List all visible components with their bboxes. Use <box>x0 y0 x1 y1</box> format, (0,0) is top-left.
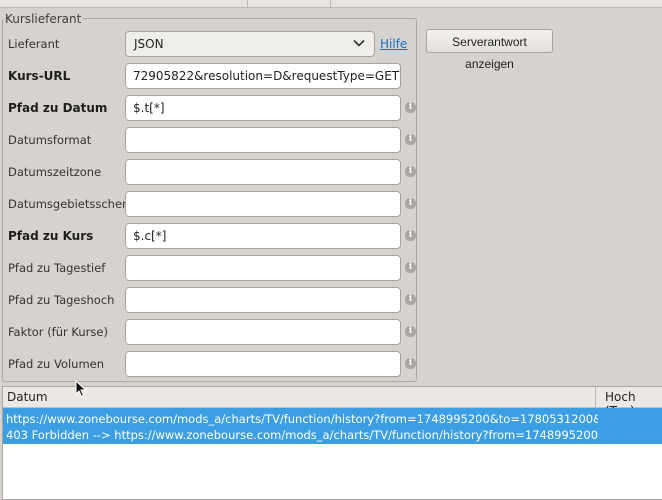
info-icon[interactable]: i <box>405 294 416 305</box>
info-icon[interactable]: i <box>405 262 416 273</box>
table-cell-text: 403 Forbidden --> https://www.zonebourse… <box>6 428 598 442</box>
column-header-date[interactable]: Datum <box>7 390 48 404</box>
show-server-response-button[interactable]: Serverantwort anzeigen <box>426 29 553 71</box>
pfad-zu-volumen-label: Pfad zu Volumen <box>8 357 105 371</box>
pfad-zu-volumen-input[interactable] <box>125 351 401 377</box>
kurs-url-input[interactable]: 72905822&resolution=D&requestType=GET&sr… <box>125 63 401 89</box>
column-divider[interactable] <box>595 387 596 407</box>
group-title: Kurslieferant <box>3 12 84 26</box>
pfad-zu-datum-label: Pfad zu Datum <box>8 101 108 115</box>
kurs-url-label: Kurs-URL <box>8 69 71 83</box>
info-icon[interactable]: i <box>405 134 416 145</box>
faktor-f-r-kurse-label: Faktor (für Kurse) <box>8 325 108 339</box>
pfad-zu-datum-input[interactable]: $.t[*] <box>125 95 401 121</box>
table-header: Datum Hoch (Tag) <box>3 387 662 418</box>
table-cell-text: https://www.zonebourse.com/mods_a/charts… <box>6 412 598 426</box>
tab-divider <box>330 0 331 7</box>
datumszeitzone-input[interactable] <box>125 159 401 185</box>
info-icon[interactable]: i <box>405 358 416 369</box>
provider-select[interactable]: JSON <box>125 31 375 57</box>
table-row-selected[interactable]: https://www.zonebourse.com/mods_a/charts… <box>3 408 662 444</box>
info-icon[interactable]: i <box>405 198 416 209</box>
pfad-zu-kurs-input[interactable]: $.c[*] <box>125 223 401 249</box>
results-table[interactable]: Datum Hoch (Tag) https://www.zonebourse.… <box>2 386 662 500</box>
help-link[interactable]: Hilfe <box>380 37 407 51</box>
tab-strip <box>0 0 662 8</box>
provider-label: Lieferant <box>8 37 60 51</box>
mouse-pointer-icon <box>75 380 87 398</box>
pfad-zu-tagestief-label: Pfad zu Tagestief <box>8 261 106 275</box>
datumszeitzone-label: Datumszeitzone <box>8 165 102 179</box>
pfad-zu-tagestief-input[interactable] <box>125 255 401 281</box>
datumsgebietsschema-label: Datumsgebietsschema <box>8 197 141 211</box>
pfad-zu-tageshoch-label: Pfad zu Tageshoch <box>8 293 115 307</box>
faktor-f-r-kurse-input[interactable] <box>125 319 401 345</box>
info-icon[interactable]: i <box>405 230 416 241</box>
tab-baseline <box>0 7 662 8</box>
provider-select-value: JSON <box>134 37 164 51</box>
info-icon[interactable]: i <box>405 326 416 337</box>
info-icon[interactable]: i <box>405 166 416 177</box>
info-icon[interactable]: i <box>405 102 416 113</box>
pfad-zu-tageshoch-input[interactable] <box>125 287 401 313</box>
datumsgebietsschema-input[interactable] <box>125 191 401 217</box>
datumsformat-input[interactable] <box>125 127 401 153</box>
tab-divider <box>247 0 248 7</box>
pfad-zu-kurs-label: Pfad zu Kurs <box>8 229 94 243</box>
chevron-down-icon <box>353 39 365 47</box>
datumsformat-label: Datumsformat <box>8 133 92 147</box>
